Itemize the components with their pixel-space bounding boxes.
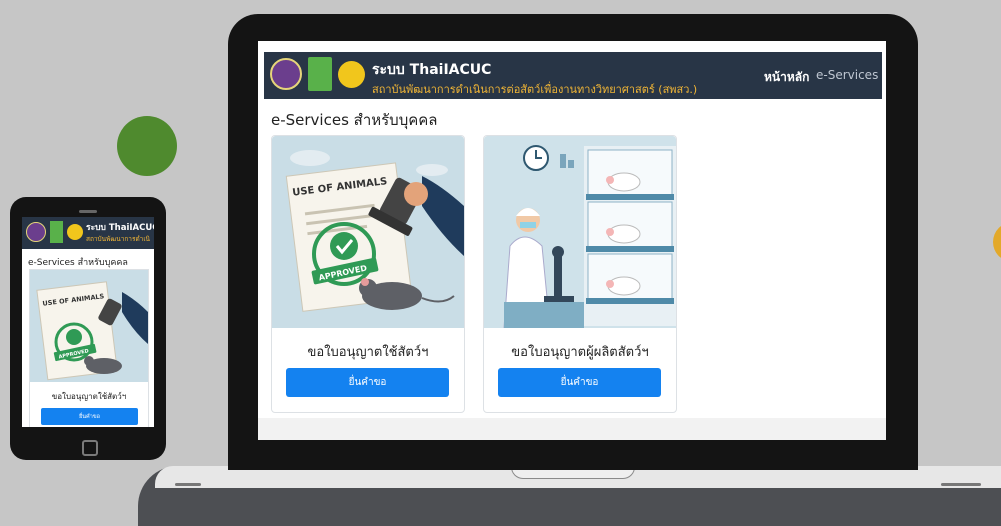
institute-logo-icon [270, 58, 302, 90]
mobile-brand-subtitle: สถาบันพัฒนาการดำเนิ [86, 235, 150, 243]
decorative-green-circle [117, 116, 177, 176]
brand-title: ระบบ ThaiIACUC [372, 62, 492, 78]
mobile-service-card-title: ขอใบอนุญาตใช้สัตว์ฯ [51, 392, 127, 401]
nav-eservices-link[interactable]: e-Services [816, 68, 878, 82]
phone-screen: ระบบ ThaiIACUC สถาบันพัฒนาการดำเนิ e-Ser… [22, 217, 154, 427]
mobile-use-of-animals-illustration: USE OF ANIMALS APPROVED [30, 270, 148, 382]
screen-bottom-strip [258, 418, 886, 440]
service-card-animal-producer: ขอใบอนุญาตผู้ผลิตสัตว์ฯ ยื่นคำขอ [483, 135, 677, 413]
mobile-agency-logo-icon [67, 224, 83, 240]
brand-subtitle: สถาบันพัฒนาการดำเนินการต่อสัตว์เพื่องานท… [372, 83, 698, 96]
mobile-site-header: ระบบ ThaiIACUC สถาบันพัฒนาการดำเนิ [22, 217, 154, 249]
animal-producer-illustration [484, 136, 676, 328]
mobile-brand-title: ระบบ ThaiIACUC [86, 223, 154, 233]
mobile-institute-logo-icon [26, 222, 46, 242]
service-card-title: ขอใบอนุญาตผู้ผลิตสัตว์ฯ [511, 345, 649, 360]
submit-request-button-use-animals[interactable]: ยื่นคำขอ [286, 368, 449, 397]
site-header: ระบบ ThaiIACUC สถาบันพัฒนาการดำเนินการต่… [264, 52, 882, 99]
laptop-slot-left [175, 483, 201, 486]
service-card-use-animals: USE OF ANIMALS APPROVED ขอใบอนุญาตใช้สัต… [271, 135, 465, 413]
phone-speaker [79, 210, 97, 213]
phone-home-button [82, 440, 98, 456]
laptop-screen: ระบบ ThaiIACUC สถาบันพัฒนาการดำเนินการต่… [258, 41, 886, 440]
partner-logo-icon [308, 57, 332, 91]
mobile-service-card: USE OF ANIMALS APPROVED ขอใบอนุญาตใช้สัต… [29, 269, 149, 427]
mobile-page-title: e-Services สำหรับบุคคล [28, 258, 128, 268]
laptop-slot-right [941, 483, 981, 486]
mobile-submit-request-button[interactable]: ยื่นคำขอ [41, 408, 138, 425]
agency-logo-icon [338, 61, 365, 88]
service-card-title: ขอใบอนุญาตใช้สัตว์ฯ [307, 345, 429, 360]
nav-home-link[interactable]: หน้าหลัก [764, 68, 809, 87]
mobile-partner-logo-icon [50, 221, 63, 243]
page-title: e-Services สำหรับบุคคล [271, 111, 438, 129]
use-of-animals-illustration: USE OF ANIMALS APPROVED [272, 136, 464, 328]
submit-request-button-animal-producer[interactable]: ยื่นคำขอ [498, 368, 661, 397]
decorative-yellow-circle [993, 222, 1001, 262]
